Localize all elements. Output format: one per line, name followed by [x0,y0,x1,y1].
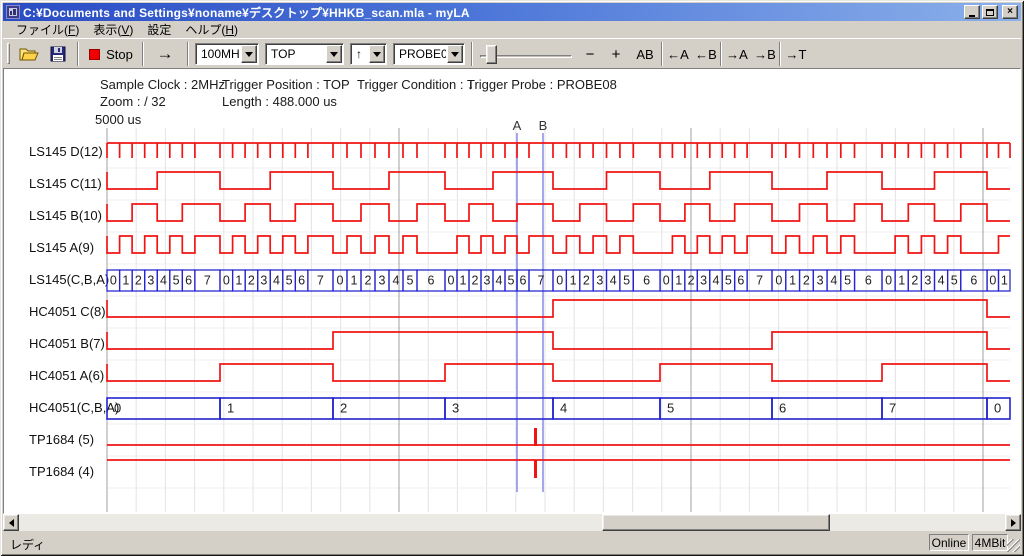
goto-cursor-b-right-button[interactable]: →B [752,42,778,66]
window-title: C:¥Documents and Settings¥noname¥デスクトップ¥… [23,4,964,21]
title-bar[interactable]: C:¥Documents and Settings¥noname¥デスクトップ¥… [3,3,1021,21]
sample-clock-combobox[interactable]: 100MHz [195,43,259,65]
menu-item-3[interactable]: ヘルプ(H) [178,20,245,39]
zoom-in-button[interactable]: + [605,42,627,66]
trigger-probe-combobox[interactable]: PROBE00 [393,43,465,65]
goto-cursor-a-left-button[interactable]: ←A [665,42,691,66]
app-icon[interactable] [6,5,20,19]
maximize-button[interactable] [982,5,998,19]
trigger-probe-value: PROBE00 [397,46,446,62]
toolbar: Stop → 100MHz TOP ↑ PROBE00 − + AB ←A [3,38,1021,68]
status-memory-badge: 4MBit [972,534,1008,551]
menu-item-0[interactable]: ファイル(F) [9,20,86,39]
memory-label: 4MBit [975,536,1006,550]
zoom-slider-thumb[interactable] [486,45,497,64]
arrow-left-icon [5,519,14,527]
scrollbar-thumb[interactable] [602,514,830,531]
chevron-down-icon [330,52,338,61]
close-button[interactable]: × [1002,5,1018,19]
sample-clock-value: 100MHz [199,46,240,62]
toolbar-separator [187,42,189,66]
scroll-right-button[interactable] [1005,514,1021,531]
online-label: Online [932,536,967,550]
menu-bar: ファイル(F)表示(V)設定ヘルプ(H) [3,21,1021,38]
combo-dropdown-button[interactable] [241,45,257,63]
save-button[interactable] [45,42,71,66]
waveform-client-area [3,68,1021,514]
menu-item-1[interactable]: 表示(V) [86,20,140,39]
goto-trigger-button[interactable]: →T [783,42,809,66]
status-ready-text: レディ [10,536,45,553]
arrow-right-icon [1011,519,1020,527]
stop-label: Stop [106,47,133,62]
floppy-disk-icon [50,46,66,62]
toolbar-separator [720,42,722,66]
chevron-down-icon [451,52,459,61]
app-window: C:¥Documents and Settings¥noname¥デスクトップ¥… [0,0,1024,556]
stop-icon [89,49,100,60]
chevron-down-icon [373,52,381,61]
zoom-out-button[interactable]: − [579,42,601,66]
run-arrow-icon: → [157,44,174,64]
minimize-button[interactable] [964,5,980,19]
combo-dropdown-button[interactable] [326,45,342,63]
combo-dropdown-button[interactable] [447,45,463,63]
toolbar-gripper[interactable] [7,43,10,64]
status-bar: レディ Online 4MBit [3,532,1021,553]
toolbar-separator [661,42,663,66]
trigger-edge-combobox[interactable]: ↑ [350,43,387,65]
chevron-down-icon [245,52,253,61]
toolbar-separator [471,42,473,66]
open-folder-icon [19,46,39,62]
goto-cursor-a-right-button[interactable]: →A [724,42,750,66]
run-button[interactable]: → [149,42,181,66]
zoom-ab-button[interactable]: AB [631,42,659,66]
toolbar-separator [142,42,144,66]
trigger-position-combobox[interactable]: TOP [265,43,344,65]
combo-dropdown-button[interactable] [369,45,385,63]
trigger-position-value: TOP [269,46,325,62]
horizontal-scrollbar[interactable] [3,514,1021,531]
resize-grip[interactable] [1007,539,1020,552]
minimize-icon [969,15,975,17]
window-controls: × [964,5,1018,19]
status-online-badge: Online [929,534,969,551]
stop-button[interactable]: Stop [83,42,139,66]
scroll-left-button[interactable] [3,514,19,531]
maximize-icon [986,9,994,16]
open-file-button[interactable] [15,42,43,66]
toolbar-separator [77,42,79,66]
toolbar-separator [779,42,781,66]
trigger-edge-value: ↑ [354,46,368,62]
menu-item-2[interactable]: 設定 [140,20,178,39]
goto-cursor-b-left-button[interactable]: ←B [693,42,719,66]
